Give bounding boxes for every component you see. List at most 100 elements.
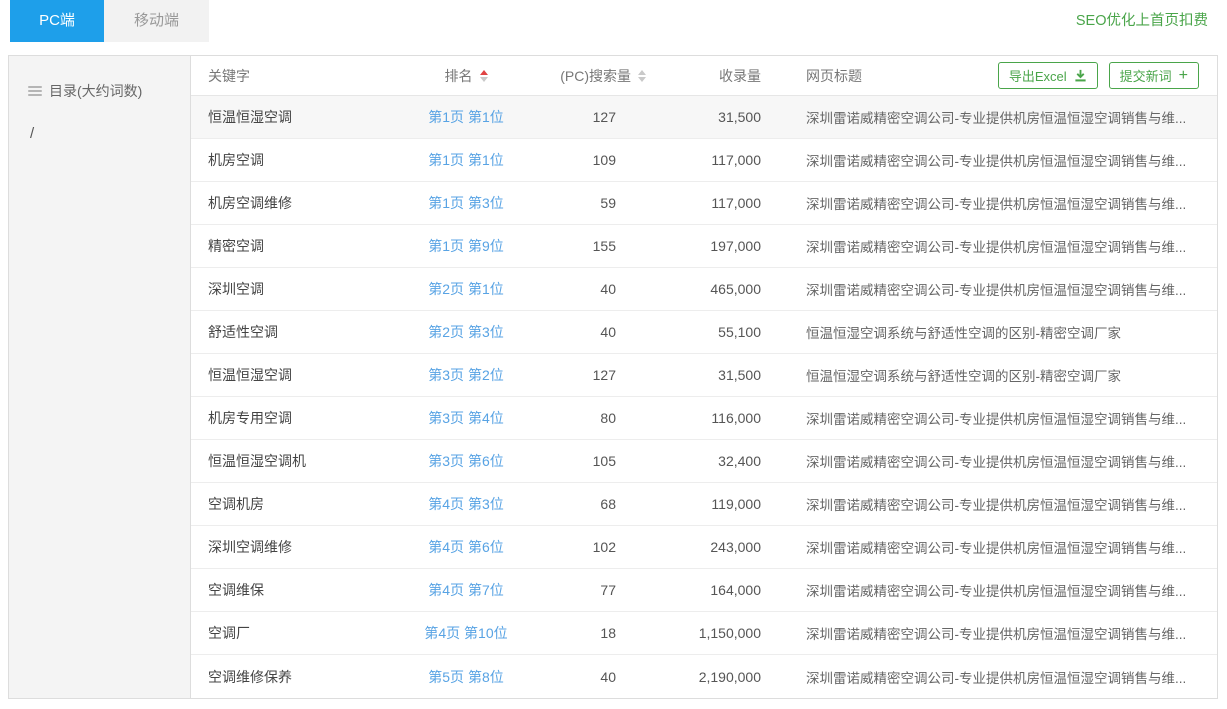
submit-new-word-label: 提交新词 [1120,66,1172,85]
sort-desc-icon[interactable] [480,77,488,82]
main-panel: 目录(大约词数) / 关键字 排名 (PC)搜索量 收录量 网页标题 [8,55,1218,699]
table-row[interactable]: 空调维修保养 第5页 第8位 40 2,190,000 深圳雷诺威精密空调公司-… [191,655,1217,698]
sidebar-header: 目录(大约词数) [9,56,190,101]
table-row[interactable]: 深圳空调维修 第4页 第6位 102 243,000 深圳雷诺威精密空调公司-专… [191,526,1217,569]
page-title-cell: 恒温恒湿空调系统与舒适性空调的区别-精密空调厂家 [781,322,1217,342]
table-row[interactable]: 机房空调 第1页 第1位 109 117,000 深圳雷诺威精密空调公司-专业提… [191,139,1217,182]
search-volume-cell: 40 [600,324,646,340]
page-title-cell: 深圳雷诺威精密空调公司-专业提供机房恒温恒湿空调销售与维... [781,494,1217,514]
rank-link[interactable]: 第5页 第8位 [428,667,503,687]
search-volume-cell: 105 [593,453,646,469]
keyword-cell: 机房空调维修 [191,193,401,213]
table-row[interactable]: 精密空调 第1页 第9位 155 197,000 深圳雷诺威精密空调公司-专业提… [191,225,1217,268]
keyword-cell: 舒适性空调 [191,322,401,342]
sort-desc-icon[interactable] [638,77,646,82]
rank-link[interactable]: 第2页 第1位 [428,279,503,299]
keyword-cell: 空调机房 [191,494,401,514]
sort-asc-icon[interactable] [480,70,488,75]
top-tab-bar: PC端 移动端 SEO优化上首页扣费 [0,0,1227,42]
col-header-indexed: 收录量 [719,66,781,86]
rank-link[interactable]: 第4页 第7位 [428,580,503,600]
page-title-cell: 深圳雷诺威精密空调公司-专业提供机房恒温恒湿空调销售与维... [781,408,1217,428]
page-title-cell: 深圳雷诺威精密空调公司-专业提供机房恒温恒湿空调销售与维... [781,451,1217,471]
indexed-cell: 31,500 [718,109,781,125]
search-volume-cell: 127 [593,367,646,383]
table-row[interactable]: 机房专用空调 第3页 第4位 80 116,000 深圳雷诺威精密空调公司-专业… [191,397,1217,440]
col-header-rank[interactable]: 排名 [445,66,488,86]
table-row[interactable]: 空调维保 第4页 第7位 77 164,000 深圳雷诺威精密空调公司-专业提供… [191,569,1217,612]
rank-sort-control[interactable] [480,70,488,82]
search-volume-cell: 59 [600,195,646,211]
keyword-cell: 空调厂 [191,623,401,643]
rank-link[interactable]: 第4页 第3位 [428,494,503,514]
indexed-cell: 465,000 [710,281,781,297]
rank-link[interactable]: 第2页 第3位 [428,322,503,342]
search-volume-cell: 127 [593,109,646,125]
col-header-search-volume[interactable]: (PC)搜索量 [560,66,646,86]
col-header-search-volume-label: (PC)搜索量 [560,66,631,86]
table-row[interactable]: 恒温恒湿空调 第1页 第1位 127 31,500 深圳雷诺威精密空调公司-专业… [191,96,1217,139]
indexed-cell: 119,000 [711,496,781,512]
export-excel-button[interactable]: 导出Excel [998,62,1098,89]
table-row[interactable]: 恒温恒湿空调 第3页 第2位 127 31,500 恒温恒湿空调系统与舒适性空调… [191,354,1217,397]
rank-link[interactable]: 第1页 第1位 [428,150,503,170]
indexed-cell: 1,150,000 [699,625,781,641]
table-row[interactable]: 空调机房 第4页 第3位 68 119,000 深圳雷诺威精密空调公司-专业提供… [191,483,1217,526]
page-title-cell: 深圳雷诺威精密空调公司-专业提供机房恒温恒湿空调销售与维... [781,667,1217,687]
indexed-cell: 116,000 [711,410,781,426]
export-excel-label: 导出Excel [1009,66,1067,85]
page-title-cell: 深圳雷诺威精密空调公司-专业提供机房恒温恒湿空调销售与维... [781,236,1217,256]
search-volume-cell: 109 [593,152,646,168]
indexed-cell: 117,000 [711,195,781,211]
rank-link[interactable]: 第3页 第6位 [428,451,503,471]
table-row[interactable]: 舒适性空调 第2页 第3位 40 55,100 恒温恒湿空调系统与舒适性空调的区… [191,311,1217,354]
page-title-cell: 深圳雷诺威精密空调公司-专业提供机房恒温恒湿空调销售与维... [781,193,1217,213]
rank-link[interactable]: 第3页 第4位 [428,408,503,428]
sidebar-title: 目录(大约词数) [49,81,142,101]
search-volume-cell: 18 [600,625,646,641]
tab-pc[interactable]: PC端 [10,0,104,42]
keyword-cell: 深圳空调维修 [191,537,401,557]
page-title-cell: 深圳雷诺威精密空调公司-专业提供机房恒温恒湿空调销售与维... [781,279,1217,299]
keyword-cell: 精密空调 [191,236,401,256]
indexed-cell: 243,000 [710,539,781,555]
indexed-cell: 32,400 [718,453,781,469]
sidebar-item-root[interactable]: / [9,125,190,142]
search-volume-cell: 77 [600,582,646,598]
plus-icon: + [1179,68,1188,84]
indexed-cell: 197,000 [710,238,781,254]
col-header-rank-label: 排名 [445,66,473,86]
keyword-cell: 恒温恒湿空调 [191,107,401,127]
keyword-cell: 恒温恒湿空调机 [191,451,401,471]
download-icon [1074,69,1087,82]
col-header-keyword: 关键字 [191,66,401,86]
page-title-cell: 深圳雷诺威精密空调公司-专业提供机房恒温恒湿空调销售与维... [781,580,1217,600]
seo-fee-note: SEO优化上首页扣费 [1076,0,1208,42]
table-actions: 导出Excel 提交新词 + [998,62,1199,89]
keyword-cell: 恒温恒湿空调 [191,365,401,385]
table-body: 恒温恒湿空调 第1页 第1位 127 31,500 深圳雷诺威精密空调公司-专业… [191,96,1217,698]
rank-link[interactable]: 第1页 第9位 [428,236,503,256]
table-row[interactable]: 恒温恒湿空调机 第3页 第6位 105 32,400 深圳雷诺威精密空调公司-专… [191,440,1217,483]
indexed-cell: 2,190,000 [699,669,781,685]
keyword-cell: 机房专用空调 [191,408,401,428]
sort-asc-icon[interactable] [638,70,646,75]
rank-link[interactable]: 第1页 第3位 [428,193,503,213]
search-volume-sort-control[interactable] [638,70,646,82]
rank-link[interactable]: 第1页 第1位 [428,107,503,127]
rank-link[interactable]: 第4页 第6位 [428,537,503,557]
table-row[interactable]: 空调厂 第4页 第10位 18 1,150,000 深圳雷诺威精密空调公司-专业… [191,612,1217,655]
rank-link[interactable]: 第3页 第2位 [428,365,503,385]
page-title-cell: 深圳雷诺威精密空调公司-专业提供机房恒温恒湿空调销售与维... [781,150,1217,170]
table-row[interactable]: 深圳空调 第2页 第1位 40 465,000 深圳雷诺威精密空调公司-专业提供… [191,268,1217,311]
sidebar: 目录(大约词数) / [9,56,191,698]
search-volume-cell: 40 [600,669,646,685]
page-title-cell: 深圳雷诺威精密空调公司-专业提供机房恒温恒湿空调销售与维... [781,537,1217,557]
submit-new-word-button[interactable]: 提交新词 + [1109,62,1199,89]
page-title-cell: 深圳雷诺威精密空调公司-专业提供机房恒温恒湿空调销售与维... [781,107,1217,127]
search-volume-cell: 102 [593,539,646,555]
rank-link[interactable]: 第4页 第10位 [424,623,507,643]
table-row[interactable]: 机房空调维修 第1页 第3位 59 117,000 深圳雷诺威精密空调公司-专业… [191,182,1217,225]
table-header: 关键字 排名 (PC)搜索量 收录量 网页标题 导出Excel [191,56,1217,96]
tab-mobile[interactable]: 移动端 [104,0,209,42]
